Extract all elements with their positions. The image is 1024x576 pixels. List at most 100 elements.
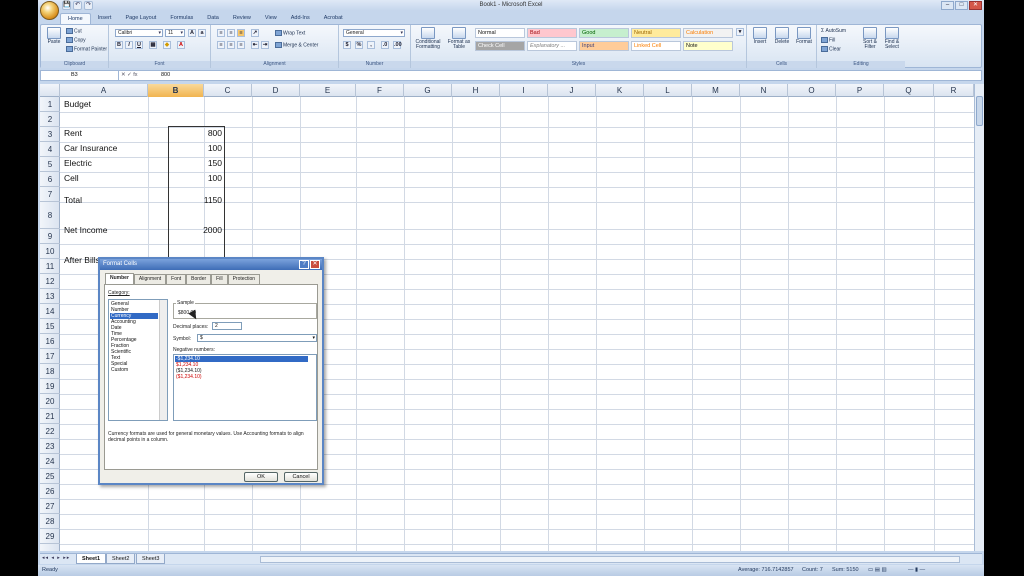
row-header-25[interactable]: 25 [40,469,60,484]
tab-formulas[interactable]: Formulas [163,13,200,24]
row-header-5[interactable]: 5 [40,157,60,172]
row-header-12[interactable]: 12 [40,274,60,289]
sheet-tab-2[interactable]: Sheet2 [106,554,136,564]
column-header-i[interactable]: I [500,84,548,97]
column-header-g[interactable]: G [404,84,452,97]
negative-numbers-list[interactable]: -$1,234.10 $1,234.10 ($1,234.10) ($1,234… [173,354,317,421]
dialog-tab-fill[interactable]: Fill [211,274,228,284]
row-header-27[interactable]: 27 [40,499,60,514]
cell-a3[interactable]: Rent [64,128,82,139]
align-top-icon[interactable]: ≡ [217,29,225,37]
undo-icon[interactable]: ↶ [73,1,82,10]
comma-style-icon[interactable]: , [367,41,375,49]
cut-button[interactable]: Cut [66,28,82,34]
column-header-j[interactable]: J [548,84,596,97]
dialog-tab-alignment[interactable]: Alignment [133,274,167,284]
dialog-tab-number[interactable]: Number [105,273,134,284]
tab-acrobat[interactable]: Acrobat [317,13,350,24]
column-header-n[interactable]: N [740,84,788,97]
cell-b4[interactable]: 100 [168,143,222,154]
ok-button[interactable]: OK [244,472,278,482]
tab-add-ins[interactable]: Add-Ins [284,13,317,24]
column-header-b[interactable]: B [148,84,204,97]
cell-b3[interactable]: 800 [168,128,222,139]
row-header-9[interactable]: 9 [40,229,60,244]
styles-more-icon[interactable]: ▾ [736,28,744,36]
style-normal[interactable]: Normal [475,28,525,38]
format-painter-button[interactable]: Format Painter [66,46,107,52]
style-bad[interactable]: Bad [527,28,577,38]
row-header-13[interactable]: 13 [40,289,60,304]
increase-indent-icon[interactable]: ⇥ [261,41,269,49]
tab-page-layout[interactable]: Page Layout [118,13,163,24]
copy-button[interactable]: Copy [66,37,86,43]
cell-a11[interactable]: After Bills [64,255,100,266]
vertical-scrollbar[interactable] [974,84,984,551]
number-format-combo[interactable]: General [343,29,405,37]
cell-a9[interactable]: Net Income [64,225,107,236]
negative-option[interactable]: ($1,234.10) [175,374,308,380]
column-header-q[interactable]: Q [884,84,934,97]
conditional-formatting-button[interactable]: Conditional Formatting [413,27,443,50]
row-header-20[interactable]: 20 [40,394,60,409]
grow-font-button[interactable]: A [188,29,196,37]
column-header-e[interactable]: E [300,84,356,97]
select-all-corner[interactable] [40,84,60,97]
category-custom[interactable]: Custom [110,367,158,373]
name-box[interactable]: B3 [41,71,119,80]
cell-a6[interactable]: Cell [64,173,79,184]
column-header-o[interactable]: O [788,84,836,97]
scroll-thumb[interactable] [976,96,983,126]
column-header-d[interactable]: D [252,84,300,97]
row-header-21[interactable]: 21 [40,409,60,424]
find-select-button[interactable]: Find & Select [881,27,903,50]
autosum-button[interactable]: Σ AutoSum [821,28,846,34]
paste-button[interactable]: Paste [43,27,65,45]
sheet-tab-1[interactable]: Sheet1 [76,554,107,564]
style-input[interactable]: Input [579,41,629,51]
style-note[interactable]: Note [683,41,733,51]
help-icon[interactable]: ? [299,260,309,269]
minimize-button[interactable]: – [941,1,954,10]
italic-button[interactable]: I [125,41,133,49]
row-header-7[interactable]: 7 [40,187,60,202]
shrink-font-button[interactable]: a [198,29,206,37]
row-header-15[interactable]: 15 [40,319,60,334]
align-middle-icon[interactable]: ≡ [227,29,235,37]
borders-icon[interactable]: ▦ [149,41,157,49]
style-calculation[interactable]: Calculation [683,28,733,38]
dialog-close-icon[interactable]: ✕ [310,260,320,269]
sort-filter-button[interactable]: Sort & Filter [859,27,881,50]
underline-button[interactable]: U [135,41,143,49]
column-header-c[interactable]: C [204,84,252,97]
style-linked-cell[interactable]: Linked Cell [631,41,681,51]
column-header-m[interactable]: M [692,84,740,97]
fill-color-icon[interactable]: ◆ [163,41,171,49]
clear-button[interactable]: Clear [821,46,841,52]
column-header-f[interactable]: F [356,84,404,97]
cell-b6[interactable]: 100 [168,173,222,184]
row-header-19[interactable]: 19 [40,379,60,394]
style-check-cell[interactable]: Check Cell [475,41,525,51]
row-header-18[interactable]: 18 [40,364,60,379]
decrease-indent-icon[interactable]: ⇤ [251,41,259,49]
zoom-slider[interactable]: — ▮ — [908,565,925,576]
column-header-a[interactable]: A [60,84,148,97]
save-icon[interactable]: 💾 [62,1,71,10]
cell-a1[interactable]: Budget [64,99,91,110]
tab-view[interactable]: View [258,13,284,24]
office-button[interactable] [40,1,59,20]
font-size-combo[interactable]: 11 [165,29,185,37]
cell-a5[interactable]: Electric [64,158,92,169]
row-header-17[interactable]: 17 [40,349,60,364]
cancel-button[interactable]: Cancel [284,472,318,482]
align-bottom-icon[interactable]: ≡ [237,29,245,37]
dialog-tab-font[interactable]: Font [166,274,187,284]
style-good[interactable]: Good [579,28,629,38]
align-right-icon[interactable]: ≡ [237,41,245,49]
tab-home[interactable]: Home [60,13,91,24]
dialog-tab-border[interactable]: Border [186,274,212,284]
wrap-text-button[interactable]: Wrap Text [275,30,305,36]
row-header-3[interactable]: 3 [40,127,60,142]
row-header-16[interactable]: 16 [40,334,60,349]
